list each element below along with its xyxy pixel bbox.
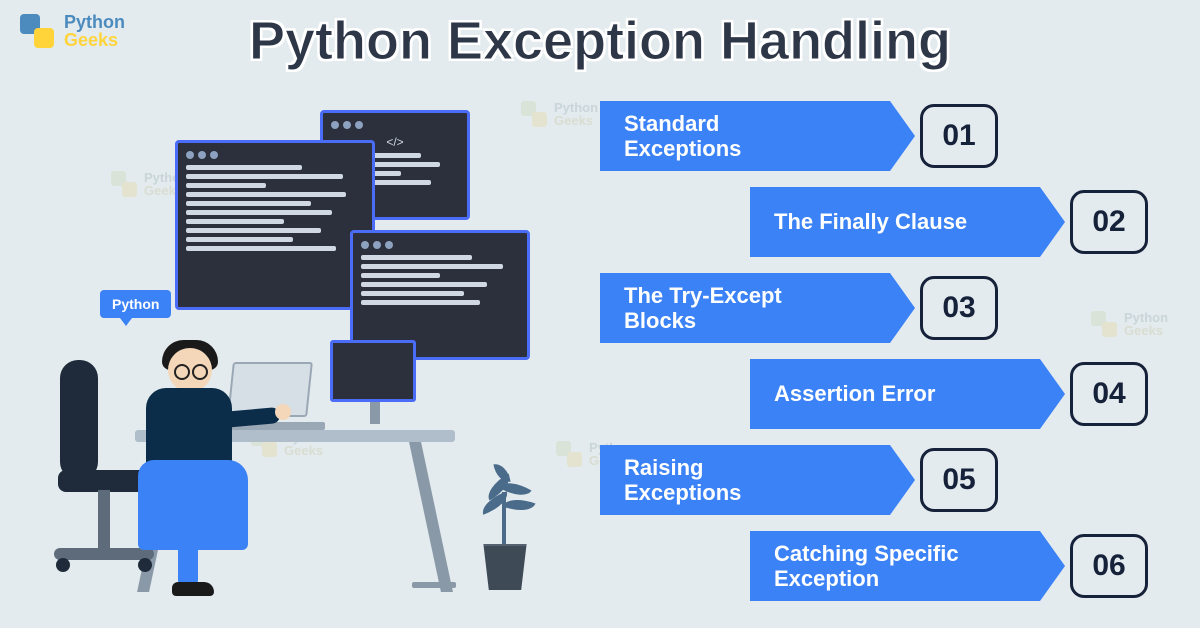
topic-arrow: Assertion Error	[750, 359, 1040, 429]
list-item: Catching Specific Exception 06	[600, 526, 1160, 606]
list-item: Assertion Error 04	[600, 354, 1160, 434]
page-title: Python Exception Handling	[249, 10, 951, 72]
brand-logo: Python Geeks	[18, 12, 125, 50]
topic-label: Standard Exceptions	[624, 111, 741, 162]
topic-label: Catching Specific Exception	[774, 541, 959, 592]
list-item: Standard Exceptions 01	[600, 96, 1160, 176]
topic-list: Standard Exceptions 01 The Finally Claus…	[600, 96, 1160, 612]
brand-line1: Python	[64, 13, 125, 31]
topic-number: 04	[1070, 362, 1148, 426]
topic-label: The Try-Except Blocks	[624, 283, 782, 334]
list-item: The Try-Except Blocks 03	[600, 268, 1160, 348]
person-icon	[90, 340, 270, 600]
brand-line2: Geeks	[64, 31, 125, 49]
topic-number: 01	[920, 104, 998, 168]
developer-illustration: </> Python	[20, 100, 580, 610]
topic-arrow: Standard Exceptions	[600, 101, 890, 171]
topic-arrow: Catching Specific Exception	[750, 531, 1040, 601]
list-item: The Finally Clause 02	[600, 182, 1160, 262]
topic-number: 06	[1070, 534, 1148, 598]
brand-text: Python Geeks	[64, 13, 125, 49]
topic-label: Assertion Error	[774, 381, 935, 406]
topic-number: 05	[920, 448, 998, 512]
speech-bubble: Python	[100, 290, 171, 318]
topic-number: 02	[1070, 190, 1148, 254]
list-item: Raising Exceptions 05	[600, 440, 1160, 520]
plant-icon	[460, 450, 550, 590]
topic-label: Raising Exceptions	[624, 455, 741, 506]
topic-number: 03	[920, 276, 998, 340]
code-window-icon	[175, 140, 375, 310]
topic-arrow: The Try-Except Blocks	[600, 273, 890, 343]
monitor-icon	[330, 340, 420, 430]
topic-label: The Finally Clause	[774, 209, 967, 234]
python-logo-icon	[18, 12, 56, 50]
topic-arrow: The Finally Clause	[750, 187, 1040, 257]
topic-arrow: Raising Exceptions	[600, 445, 890, 515]
